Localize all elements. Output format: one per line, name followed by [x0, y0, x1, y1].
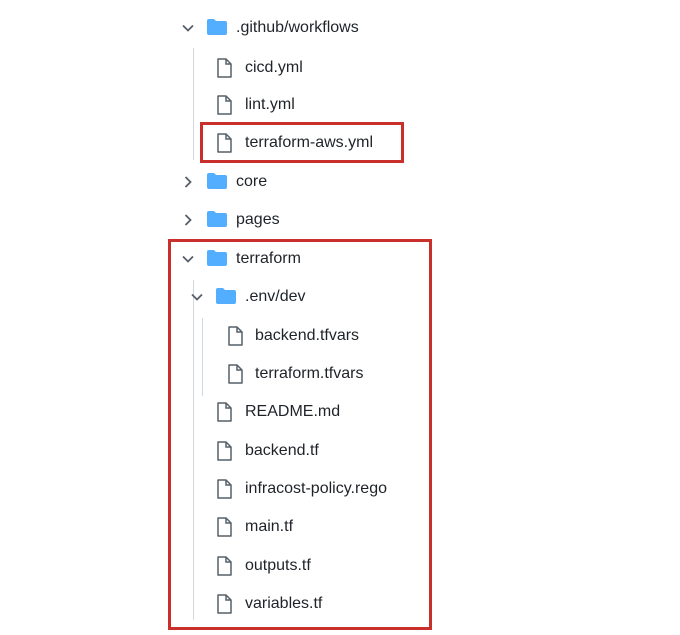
file-icon — [216, 556, 232, 576]
tree-file-backend-tfvars[interactable]: backend.tfvars — [220, 322, 410, 350]
tree-file-label: README.md — [245, 403, 341, 420]
folder-open-icon — [206, 18, 228, 36]
file-icon — [216, 133, 232, 153]
file-icon — [227, 364, 243, 384]
chevron-right-icon[interactable] — [181, 213, 195, 227]
tree-folder-label: pages — [236, 211, 280, 228]
folder-open-icon — [215, 287, 237, 305]
tree-file-readme[interactable]: README.md — [210, 398, 410, 426]
tree-file-label: terraform-aws.yml — [245, 134, 374, 151]
tree-file-label: outputs.tf — [245, 557, 311, 574]
tree-file-label: cicd.yml — [245, 59, 303, 76]
tree-folder-label: .github/workflows — [236, 19, 359, 36]
chevron-right-icon[interactable] — [181, 175, 195, 189]
chevron-down-icon[interactable] — [181, 21, 195, 35]
tree-file-terraform-tfvars[interactable]: terraform.tfvars — [220, 360, 410, 388]
tree-file-label: lint.yml — [245, 96, 295, 113]
file-icon — [216, 58, 232, 78]
tree-file-main-tf[interactable]: main.tf — [210, 513, 410, 541]
tree-file-label: terraform.tfvars — [255, 365, 364, 382]
file-icon — [216, 594, 232, 614]
indent-guide-workflows — [193, 48, 194, 160]
chevron-down-icon[interactable] — [190, 290, 204, 304]
tree-file-cicd[interactable]: cicd.yml — [210, 54, 410, 82]
tree-file-terraform-aws[interactable]: terraform-aws.yml — [210, 129, 410, 157]
folder-open-icon — [206, 249, 228, 267]
tree-file-label: backend.tfvars — [255, 327, 360, 344]
tree-folder-env-dev[interactable]: .env/dev — [186, 283, 406, 311]
indent-guide-env-dev — [202, 318, 203, 396]
tree-file-label: backend.tf — [245, 442, 319, 459]
tree-file-label: variables.tf — [245, 595, 323, 612]
tree-folder-label: core — [236, 173, 268, 190]
file-icon — [227, 326, 243, 346]
file-icon — [216, 517, 232, 537]
file-icon — [216, 402, 232, 422]
tree-file-label: infracost-policy.rego — [245, 480, 387, 497]
tree-file-label: main.tf — [245, 518, 294, 535]
tree-folder-terraform[interactable]: terraform — [178, 245, 408, 273]
tree-folder-github-workflows[interactable]: .github/workflows — [178, 14, 438, 42]
file-icon — [216, 441, 232, 461]
tree-folder-label: .env/dev — [245, 288, 306, 305]
tree-file-outputs-tf[interactable]: outputs.tf — [210, 552, 410, 580]
tree-file-lint[interactable]: lint.yml — [210, 91, 410, 119]
tree-folder-pages[interactable]: pages — [178, 206, 378, 234]
indent-guide-terraform — [193, 280, 194, 620]
tree-file-infracost-policy[interactable]: infracost-policy.rego — [210, 475, 420, 503]
file-icon — [216, 479, 232, 499]
tree-folder-core[interactable]: core — [178, 168, 378, 196]
tree-folder-label: terraform — [236, 250, 301, 267]
chevron-down-icon[interactable] — [181, 252, 195, 266]
tree-file-variables-tf[interactable]: variables.tf — [210, 590, 410, 618]
folder-icon — [206, 172, 228, 190]
file-icon — [216, 95, 232, 115]
folder-icon — [206, 210, 228, 228]
tree-file-backend-tf[interactable]: backend.tf — [210, 437, 410, 465]
